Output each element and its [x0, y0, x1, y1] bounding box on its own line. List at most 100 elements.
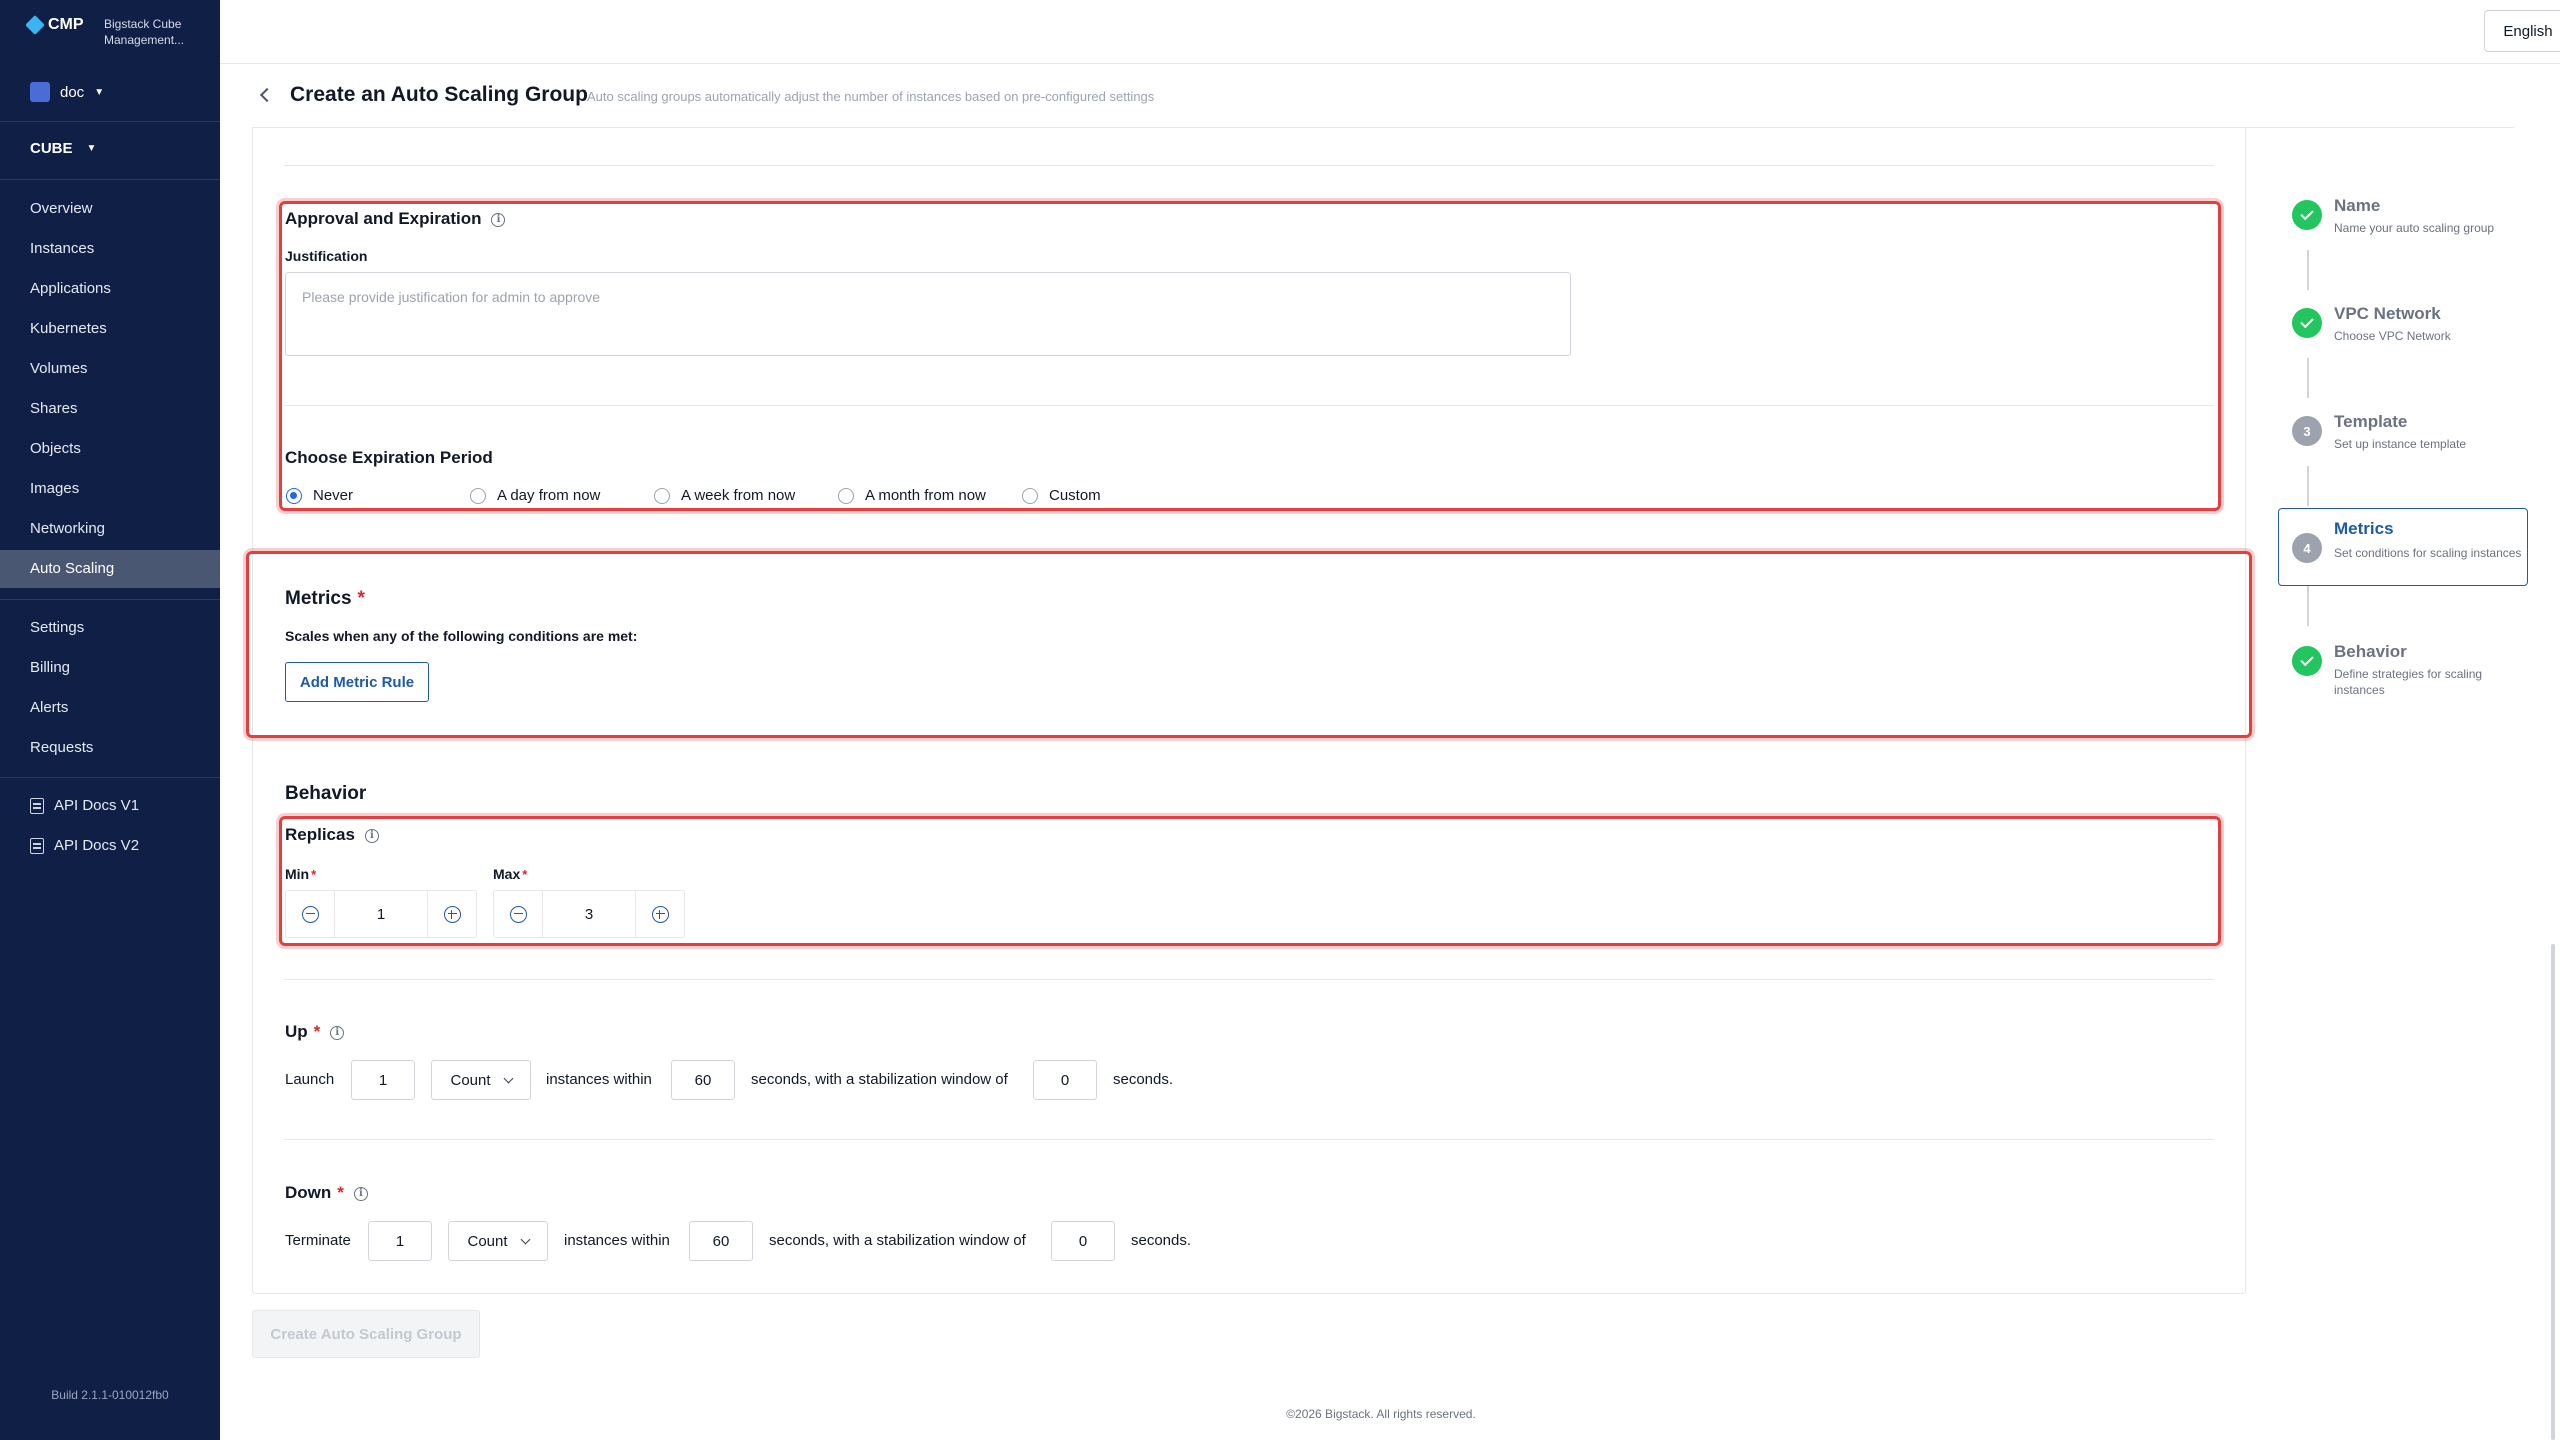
up-title-text: Up	[285, 1022, 308, 1041]
sidebar-item-shares[interactable]: Shares	[0, 390, 220, 428]
required-mark: *	[357, 588, 365, 609]
up-unit-select[interactable]: Count	[431, 1060, 531, 1100]
plus-circle-icon	[443, 905, 461, 923]
max-value[interactable]: 3	[542, 891, 636, 937]
sidebar-item-api-docs-v2[interactable]: API Docs V2	[0, 827, 220, 865]
step-description: Define strategies for scaling instances	[2334, 667, 2483, 697]
section-divider	[284, 165, 2214, 166]
up-title: Up * i	[285, 1022, 345, 1042]
up-window-input[interactable]: 0	[1033, 1060, 1097, 1100]
project-name: CUBE	[30, 140, 73, 157]
sidebar-item-alerts[interactable]: Alerts	[0, 689, 220, 727]
decrement-button[interactable]	[494, 891, 542, 937]
document-icon	[30, 838, 44, 854]
step-behavior[interactable]: Behavior Define strategies for scaling i…	[2278, 636, 2528, 708]
radio-a-month[interactable]: A month from now	[838, 487, 986, 504]
caret-down-icon: ▼	[94, 86, 105, 98]
create-auto-scaling-group-button[interactable]: Create Auto Scaling Group	[252, 1310, 480, 1358]
info-icon[interactable]: i	[491, 212, 506, 227]
sidebar-item-images[interactable]: Images	[0, 470, 220, 508]
required-mark: *	[313, 1022, 321, 1041]
radio-a-week[interactable]: A week from now	[654, 487, 795, 504]
step-metrics[interactable]: 4 Metrics Set conditions for scaling ins…	[2278, 508, 2528, 586]
step-description: Name your auto scaling group	[2334, 221, 2495, 235]
scrollbar[interactable]	[2551, 944, 2555, 1440]
language-label: English	[2503, 22, 2553, 40]
down-title-text: Down	[285, 1183, 332, 1202]
sidebar-divider	[0, 179, 220, 180]
justification-textarea[interactable]: Please provide justification for admin t…	[285, 272, 1571, 356]
increment-button[interactable]	[428, 891, 476, 937]
minus-circle-icon	[509, 905, 527, 923]
step-vpc-network[interactable]: VPC Network Choose VPC Network	[2278, 298, 2528, 354]
brand-logo[interactable]: CMP	[25, 15, 84, 35]
metrics-description: Scales when any of the following conditi…	[285, 628, 638, 644]
down-count-input[interactable]: 1	[368, 1221, 432, 1261]
down-seconds-input[interactable]: 60	[689, 1221, 753, 1261]
checkmark-icon	[2300, 314, 2314, 329]
select-value: Count	[467, 1232, 508, 1250]
project-selector[interactable]: CUBE ▼	[30, 140, 96, 157]
sidebar-item-objects[interactable]: Objects	[0, 430, 220, 468]
minus-circle-icon	[301, 905, 319, 923]
sidebar-item-networking[interactable]: Networking	[0, 510, 220, 548]
radio-never[interactable]: Never	[286, 487, 353, 504]
top-bar: English D	[220, 0, 2560, 64]
checkmark-icon	[2300, 652, 2314, 667]
radio-a-day[interactable]: A day from now	[470, 487, 600, 504]
justification-label: Justification	[285, 248, 368, 264]
section-divider	[284, 405, 2214, 406]
down-end-text: seconds.	[1131, 1232, 1192, 1249]
info-icon[interactable]: i	[353, 1186, 368, 1201]
sidebar-item-overview[interactable]: Overview	[0, 190, 220, 228]
up-seconds-input[interactable]: 60	[671, 1060, 735, 1100]
up-verb: Launch	[285, 1071, 335, 1088]
section-divider	[284, 979, 2214, 980]
workspace-icon	[30, 82, 50, 102]
up-within-text: instances within	[546, 1071, 652, 1088]
sidebar-item-instances[interactable]: Instances	[0, 230, 220, 268]
step-title: Metrics	[2334, 519, 2394, 538]
max-stepper: 3	[493, 890, 685, 938]
min-value[interactable]: 1	[334, 891, 428, 937]
max-label: Max *	[493, 866, 527, 882]
up-count-input[interactable]: 1	[351, 1060, 415, 1100]
radio-custom[interactable]: Custom	[1022, 487, 1101, 504]
sidebar-item-kubernetes[interactable]: Kubernetes	[0, 310, 220, 348]
sidebar-item-requests[interactable]: Requests	[0, 729, 220, 767]
down-window-text: seconds, with a stabilization window of	[769, 1232, 1026, 1249]
step-template[interactable]: 3 Template Set up instance template	[2278, 406, 2528, 462]
sidebar-item-volumes[interactable]: Volumes	[0, 350, 220, 388]
sidebar-item-settings[interactable]: Settings	[0, 609, 220, 647]
info-icon[interactable]: i	[364, 828, 379, 843]
down-unit-select[interactable]: Count	[448, 1221, 548, 1261]
decrement-button[interactable]	[286, 891, 334, 937]
page-subtitle: Auto scaling groups automatically adjust…	[587, 89, 1155, 104]
step-number: 3	[2292, 416, 2322, 446]
metrics-title: Metrics *	[285, 588, 365, 610]
sidebar-item-applications[interactable]: Applications	[0, 270, 220, 308]
required-mark: *	[311, 867, 317, 882]
radio-label: A day from now	[497, 487, 601, 504]
sidebar-divider	[0, 777, 220, 778]
check-circle-icon	[2292, 200, 2322, 230]
sidebar-item-api-docs-v1[interactable]: API Docs V1	[0, 787, 220, 825]
sidebar-divider	[0, 121, 220, 122]
add-metric-rule-button[interactable]: Add Metric Rule	[285, 662, 429, 702]
sidebar-item-auto-scaling[interactable]: Auto Scaling	[0, 550, 220, 588]
back-arrow-icon[interactable]	[259, 87, 275, 103]
info-icon[interactable]: i	[330, 1025, 345, 1040]
step-description: Choose VPC Network	[2334, 329, 2451, 343]
step-description: Set conditions for scaling instances	[2334, 546, 2522, 560]
step-title: Name	[2334, 196, 2381, 215]
down-window-input[interactable]: 0	[1051, 1221, 1115, 1261]
sidebar-item-billing[interactable]: Billing	[0, 649, 220, 687]
workspace-selector[interactable]: doc ▼	[30, 82, 104, 102]
workspace-name: doc	[60, 83, 85, 101]
min-stepper: 1	[285, 890, 477, 938]
language-selector[interactable]: English	[2484, 10, 2560, 52]
step-title: Behavior	[2334, 642, 2407, 661]
increment-button[interactable]	[636, 891, 684, 937]
step-name[interactable]: Name Name your auto scaling group	[2278, 190, 2528, 246]
metrics-title-text: Metrics	[285, 588, 352, 609]
